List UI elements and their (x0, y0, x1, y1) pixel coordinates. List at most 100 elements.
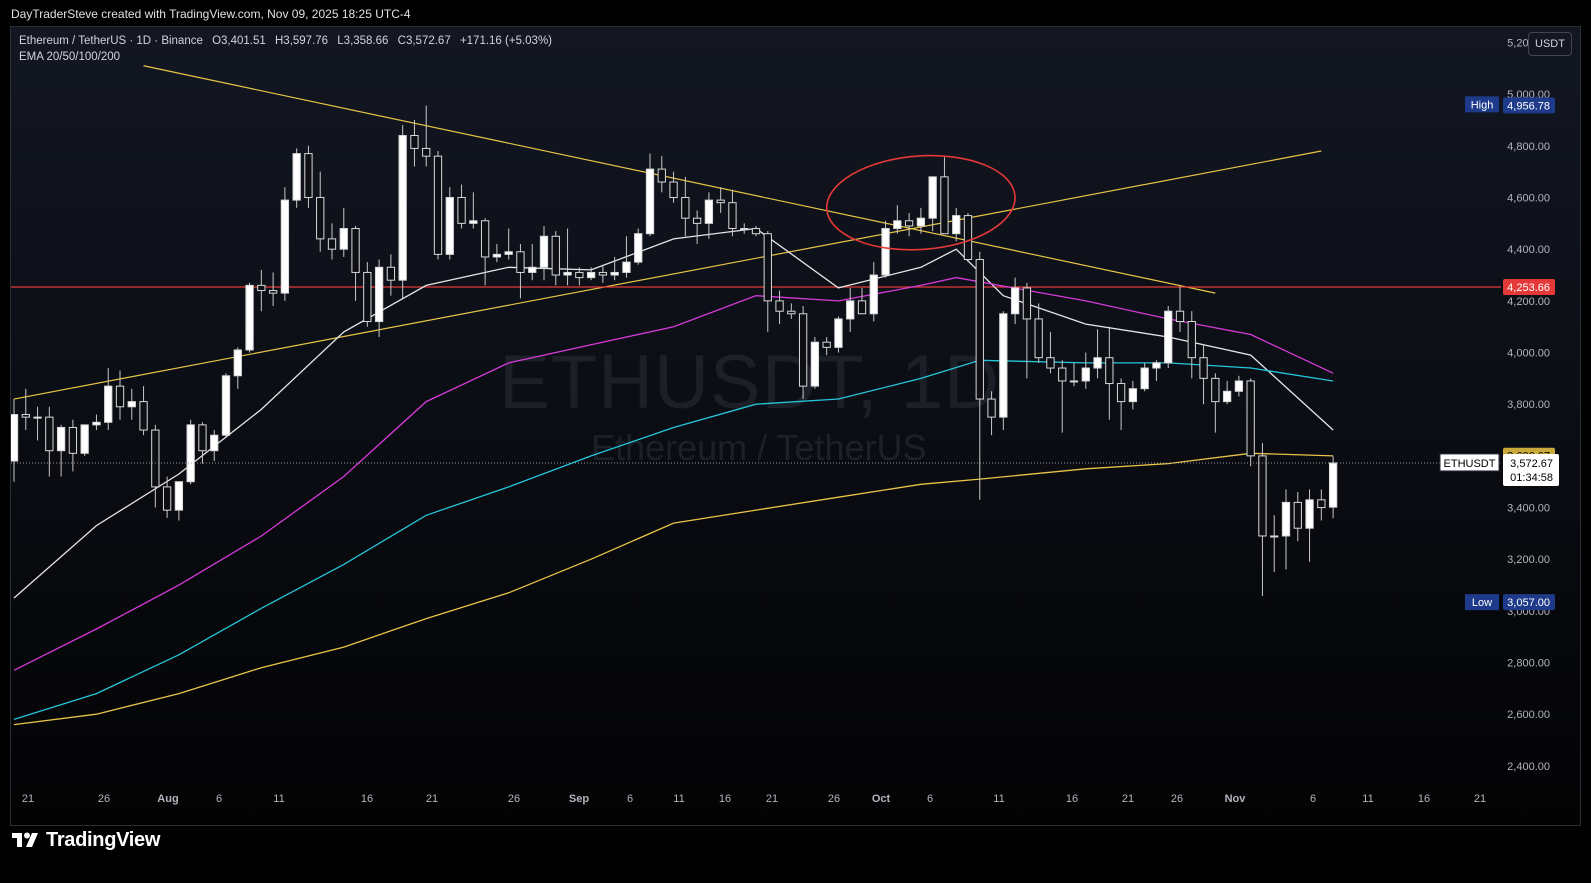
candle-body[interactable] (1081, 367, 1090, 382)
candle-body[interactable] (528, 266, 537, 273)
candle-body[interactable] (1093, 357, 1102, 369)
indicator-label[interactable]: EMA 20/50/100/200 (19, 51, 552, 63)
candle-body[interactable] (751, 228, 761, 235)
candle-body[interactable] (1164, 310, 1173, 364)
candle-body[interactable] (704, 199, 714, 224)
candle-body[interactable] (539, 235, 549, 268)
candle-body[interactable] (245, 284, 254, 351)
chart-panel[interactable]: ETHUSDT, 1D Ethereum / TetherUS 5,200.00… (10, 26, 1581, 826)
tradingview-logo[interactable]: TradingView (12, 829, 160, 851)
candle-body[interactable] (1246, 380, 1255, 457)
candle-body[interactable] (622, 261, 631, 273)
candle-body[interactable] (999, 313, 1008, 418)
candle-body[interactable] (480, 220, 490, 258)
candle-body[interactable] (869, 274, 878, 315)
candle-body[interactable] (104, 385, 113, 423)
candle-body[interactable] (422, 147, 431, 157)
candle-body[interactable] (151, 429, 160, 488)
candle-body[interactable] (1034, 318, 1043, 359)
candle-body[interactable] (139, 401, 148, 431)
candle-body[interactable] (504, 251, 513, 255)
candle-body[interactable] (787, 310, 796, 315)
candle-body[interactable] (551, 235, 560, 276)
candle-body[interactable] (1293, 501, 1302, 529)
candle-body[interactable] (963, 215, 973, 261)
candle-body[interactable] (1069, 380, 1079, 383)
candle-body[interactable] (11, 414, 19, 462)
candle-body[interactable] (386, 266, 396, 281)
candle-body[interactable] (822, 341, 831, 348)
candle-body[interactable] (1046, 357, 1055, 369)
candle-body[interactable] (445, 197, 454, 255)
candle-body[interactable] (1234, 380, 1244, 392)
candle-body[interactable] (33, 416, 42, 419)
candle-body[interactable] (952, 215, 961, 235)
candle-body[interactable] (1022, 287, 1032, 320)
candle-body[interactable] (634, 233, 643, 263)
currency-button[interactable]: USDT (1528, 32, 1572, 56)
candle-body[interactable] (398, 135, 407, 281)
candle-body[interactable] (857, 300, 867, 315)
candle-body[interactable] (410, 135, 419, 149)
candle-body[interactable] (363, 271, 372, 323)
candle-body[interactable] (92, 421, 101, 426)
candle-body[interactable] (575, 271, 584, 279)
candle-body[interactable] (1281, 501, 1291, 537)
candle-body[interactable] (1305, 499, 1314, 529)
candle-body[interactable] (1258, 455, 1267, 537)
candle-body[interactable] (916, 217, 926, 227)
candle-body[interactable] (351, 228, 360, 273)
candle-body[interactable] (657, 168, 666, 183)
candle-body[interactable] (68, 426, 78, 454)
candle-body[interactable] (516, 251, 525, 273)
candle-body[interactable] (881, 228, 890, 276)
candle-body[interactable] (198, 424, 207, 452)
trendline-2[interactable] (13, 150, 1322, 400)
candle-body[interactable] (469, 220, 478, 224)
candle-body[interactable] (186, 424, 195, 483)
candle-body[interactable] (457, 197, 466, 224)
candle-body[interactable] (162, 486, 172, 511)
candle-body[interactable] (233, 349, 242, 377)
candle-body[interactable] (1140, 367, 1149, 390)
candle-body[interactable] (280, 199, 290, 294)
candle-body[interactable] (339, 228, 348, 250)
candle-body[interactable] (1175, 310, 1185, 323)
candle-body[interactable] (763, 233, 772, 302)
candle-body[interactable] (975, 259, 984, 400)
candle-body[interactable] (669, 181, 678, 199)
candle-body[interactable] (775, 300, 784, 312)
candle-body[interactable] (221, 375, 231, 436)
candle-body[interactable] (1270, 535, 1279, 538)
candle-body[interactable] (987, 398, 996, 418)
candle-body[interactable] (1328, 462, 1338, 508)
candle-body[interactable] (940, 176, 949, 235)
candle-body[interactable] (21, 414, 30, 418)
candle-body[interactable] (304, 153, 313, 199)
candle-body[interactable] (1199, 357, 1208, 379)
candle-body[interactable] (1211, 377, 1220, 403)
candle-body[interactable] (292, 153, 301, 201)
candle-body[interactable] (740, 228, 749, 231)
candle-body[interactable] (834, 318, 843, 348)
candle-body[interactable] (692, 217, 702, 224)
candle-body[interactable] (904, 220, 914, 227)
candle-body[interactable] (1317, 499, 1326, 509)
candle-body[interactable] (598, 271, 608, 276)
candle-body[interactable] (327, 238, 337, 250)
candle-body[interactable] (433, 155, 443, 255)
candle-body[interactable] (1187, 321, 1196, 359)
price-chart[interactable]: 5,200.005,000.004,800.004,600.004,400.00… (11, 27, 1581, 826)
candle-body[interactable] (645, 168, 655, 235)
candle-body[interactable] (586, 271, 596, 279)
candle-body[interactable] (1058, 367, 1067, 382)
candle-body[interactable] (80, 424, 89, 454)
candle-body[interactable] (45, 416, 54, 452)
candle-body[interactable] (1105, 357, 1114, 385)
candle-body[interactable] (374, 266, 384, 323)
candle-body[interactable] (1222, 390, 1232, 403)
candle-body[interactable] (268, 290, 278, 294)
candle-body[interactable] (316, 197, 325, 240)
candle-body[interactable] (1128, 388, 1138, 403)
candle-body[interactable] (1116, 383, 1126, 403)
